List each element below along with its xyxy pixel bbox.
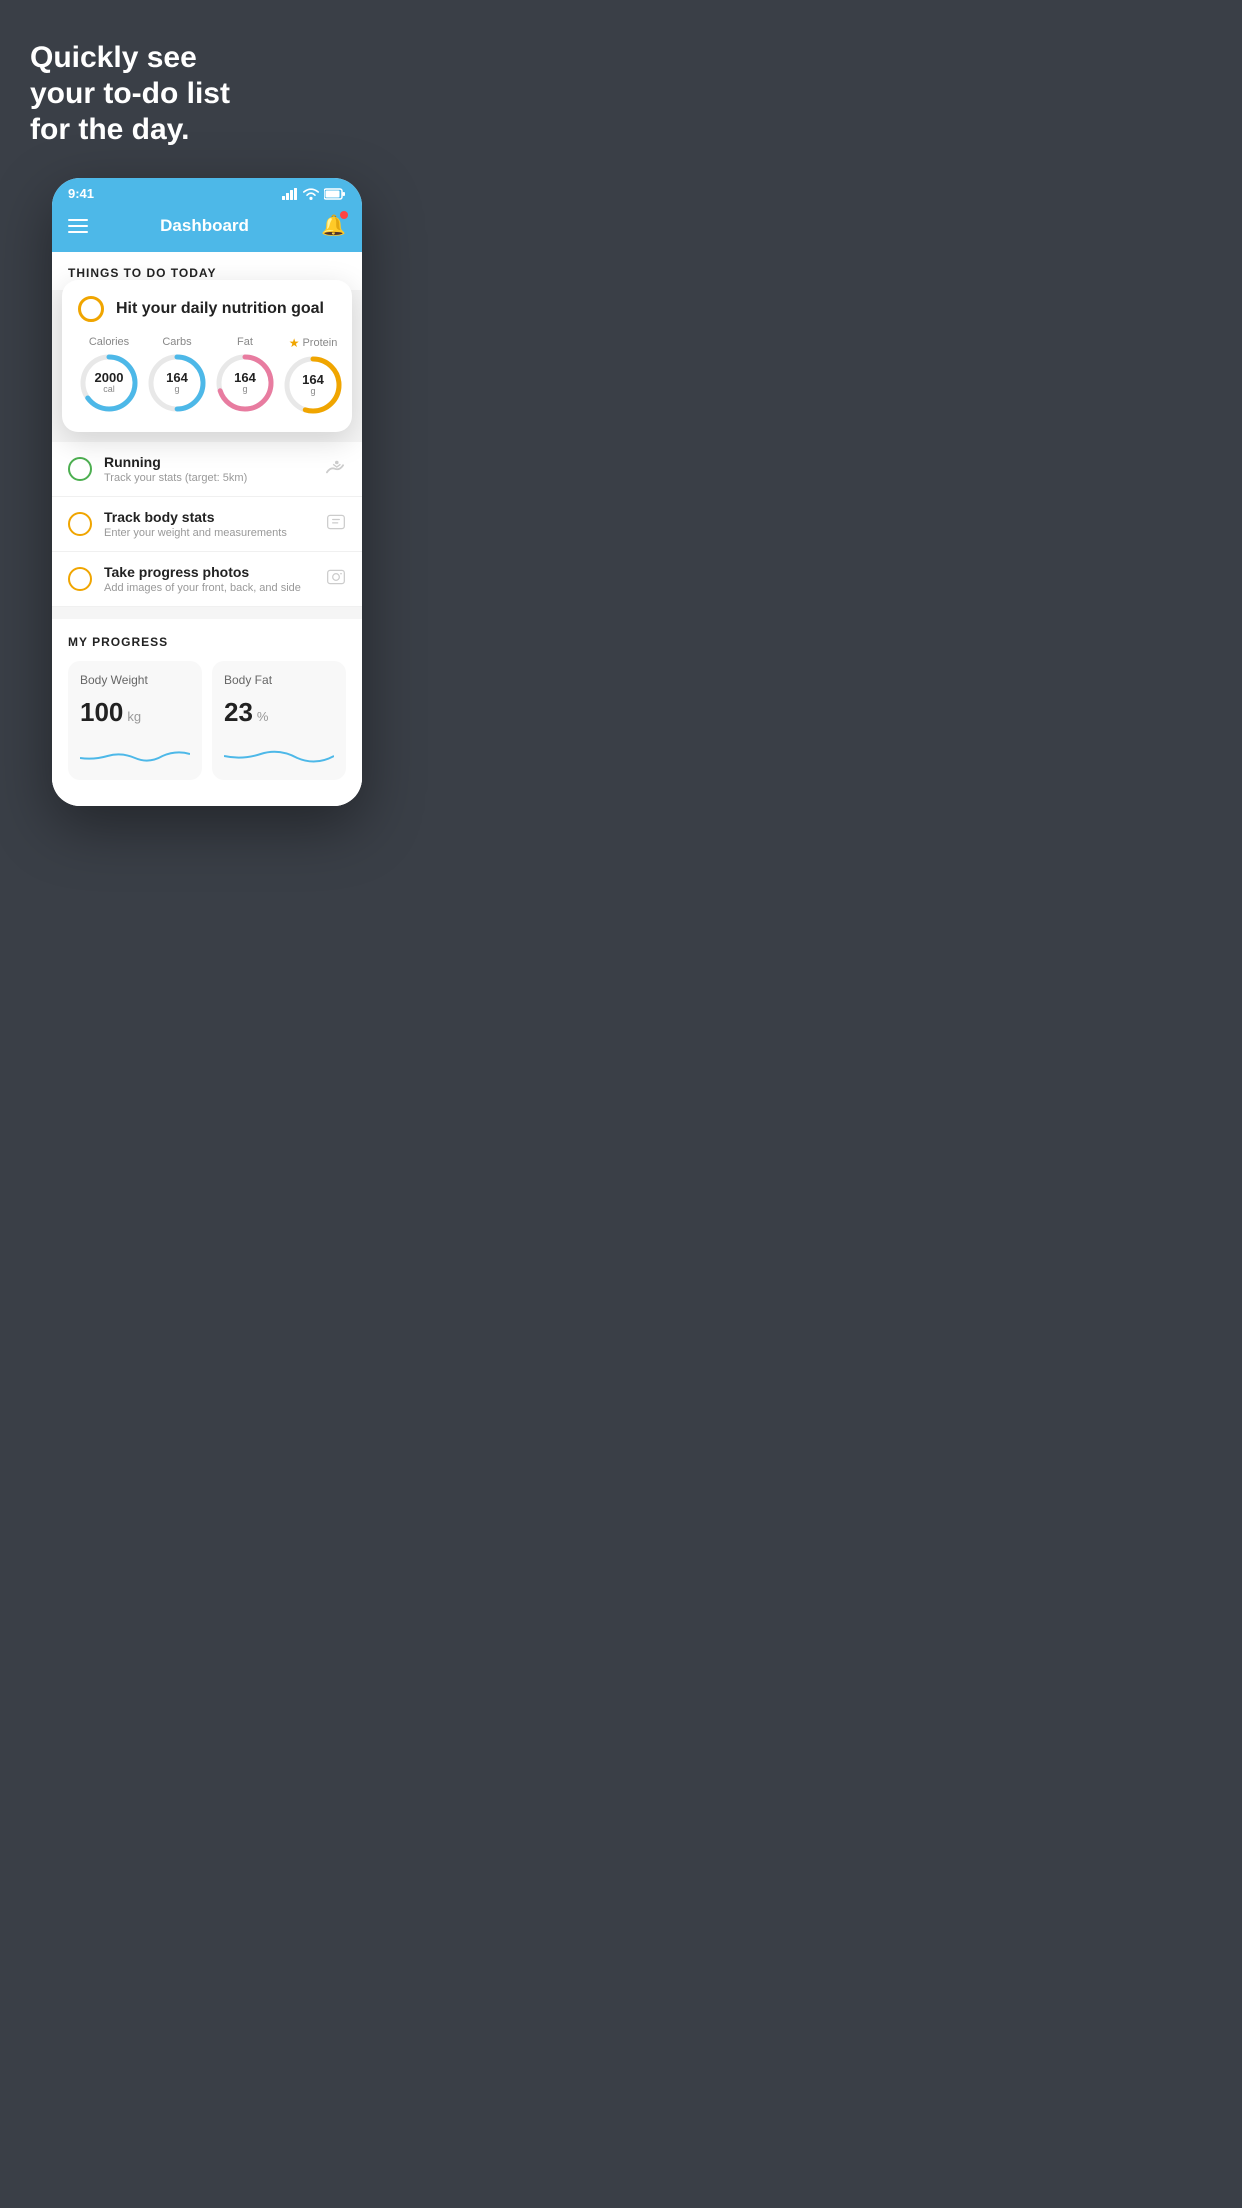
task-content-body-stats: Track body stats Enter your weight and m… [104, 509, 314, 539]
weight-number: 100 [80, 697, 123, 728]
task-content-running: Running Track your stats (target: 5km) [104, 454, 312, 484]
fat-unit: g [234, 385, 256, 395]
signal-icon [282, 188, 298, 200]
featured-card: Hit your daily nutrition goal Calories [62, 280, 352, 432]
fat-label: Fat [237, 336, 253, 348]
task-name-photos: Take progress photos [104, 564, 314, 580]
carbs-ring: 164 g [146, 352, 208, 414]
weight-chart [80, 738, 190, 768]
task-sub-photos: Add images of your front, back, and side [104, 582, 314, 594]
protein-ring: 164 g [282, 354, 344, 416]
background-page: Quickly seeyour to-do listfor the day. 9… [0, 0, 414, 806]
task-item-photos[interactable]: Take progress photos Add images of your … [52, 552, 362, 607]
nutrition-carbs: Carbs 164 g [146, 336, 208, 416]
scale-icon [326, 512, 346, 537]
fat-unit: % [257, 709, 269, 724]
card-check-circle[interactable] [78, 296, 104, 322]
nutrition-protein: ★Protein 164 g [282, 336, 344, 416]
progress-cards: Body Weight 100 kg Body Fat [68, 661, 346, 780]
task-content-photos: Take progress photos Add images of your … [104, 564, 314, 594]
weight-value: 100 kg [80, 697, 190, 728]
fat-chart [224, 738, 334, 768]
carbs-label: Carbs [162, 336, 191, 348]
fat-card-title: Body Fat [224, 673, 334, 687]
card-title-row: Hit your daily nutrition goal [78, 296, 336, 322]
nutrition-grid: Calories 2000 cal [78, 336, 336, 416]
things-title: THINGS TO DO TODAY [68, 266, 346, 280]
task-circle-photos [68, 567, 92, 591]
battery-icon [324, 188, 346, 200]
nutrition-fat: Fat 164 g [214, 336, 276, 416]
calories-value: 2000 [95, 371, 124, 385]
notification-bell[interactable]: 🔔 [321, 213, 346, 238]
star-icon: ★ [289, 336, 300, 350]
nutrition-calories: Calories 2000 cal [78, 336, 140, 416]
card-title: Hit your daily nutrition goal [116, 300, 324, 318]
task-sub-running: Track your stats (target: 5km) [104, 472, 312, 484]
carbs-unit: g [166, 385, 188, 395]
carbs-value: 164 [166, 371, 188, 385]
task-name-running: Running [104, 454, 312, 470]
weight-unit: kg [127, 709, 141, 724]
status-time: 9:41 [68, 186, 94, 201]
calories-unit: cal [95, 385, 124, 395]
calories-label: Calories [89, 336, 129, 348]
progress-card-weight: Body Weight 100 kg [68, 661, 202, 780]
phone-frame: 9:41 [52, 178, 362, 806]
notification-dot [340, 211, 348, 219]
weight-card-title: Body Weight [80, 673, 190, 687]
headline-text: Quickly seeyour to-do listfor the day. [30, 40, 384, 148]
protein-label: ★Protein [289, 336, 338, 350]
task-name-body-stats: Track body stats [104, 509, 314, 525]
task-circle-body-stats [68, 512, 92, 536]
task-item-body-stats[interactable]: Track body stats Enter your weight and m… [52, 497, 362, 552]
task-item-running[interactable]: Running Track your stats (target: 5km) [52, 442, 362, 497]
hamburger-menu[interactable] [68, 219, 88, 233]
protein-unit: g [302, 387, 324, 397]
app-header: Dashboard 🔔 [52, 205, 362, 252]
photo-icon [326, 567, 346, 592]
task-sub-body-stats: Enter your weight and measurements [104, 527, 314, 539]
header-title: Dashboard [160, 216, 249, 236]
fat-value: 23 % [224, 697, 334, 728]
phone-body: THINGS TO DO TODAY Hit your daily nutrit… [52, 252, 362, 806]
progress-card-fat: Body Fat 23 % [212, 661, 346, 780]
status-bar: 9:41 [52, 178, 362, 205]
protein-value: 164 [302, 373, 324, 387]
task-circle-running [68, 457, 92, 481]
progress-title: MY PROGRESS [68, 635, 346, 649]
bottom-spacer [52, 796, 362, 806]
fat-ring: 164 g [214, 352, 276, 414]
calories-ring: 2000 cal [78, 352, 140, 414]
wifi-icon [303, 188, 319, 200]
fat-number: 23 [224, 697, 253, 728]
fat-value: 164 [234, 371, 256, 385]
running-icon [324, 458, 346, 481]
status-icons [282, 188, 346, 200]
progress-section: MY PROGRESS Body Weight 100 kg [52, 619, 362, 796]
task-list: Running Track your stats (target: 5km) [52, 442, 362, 607]
